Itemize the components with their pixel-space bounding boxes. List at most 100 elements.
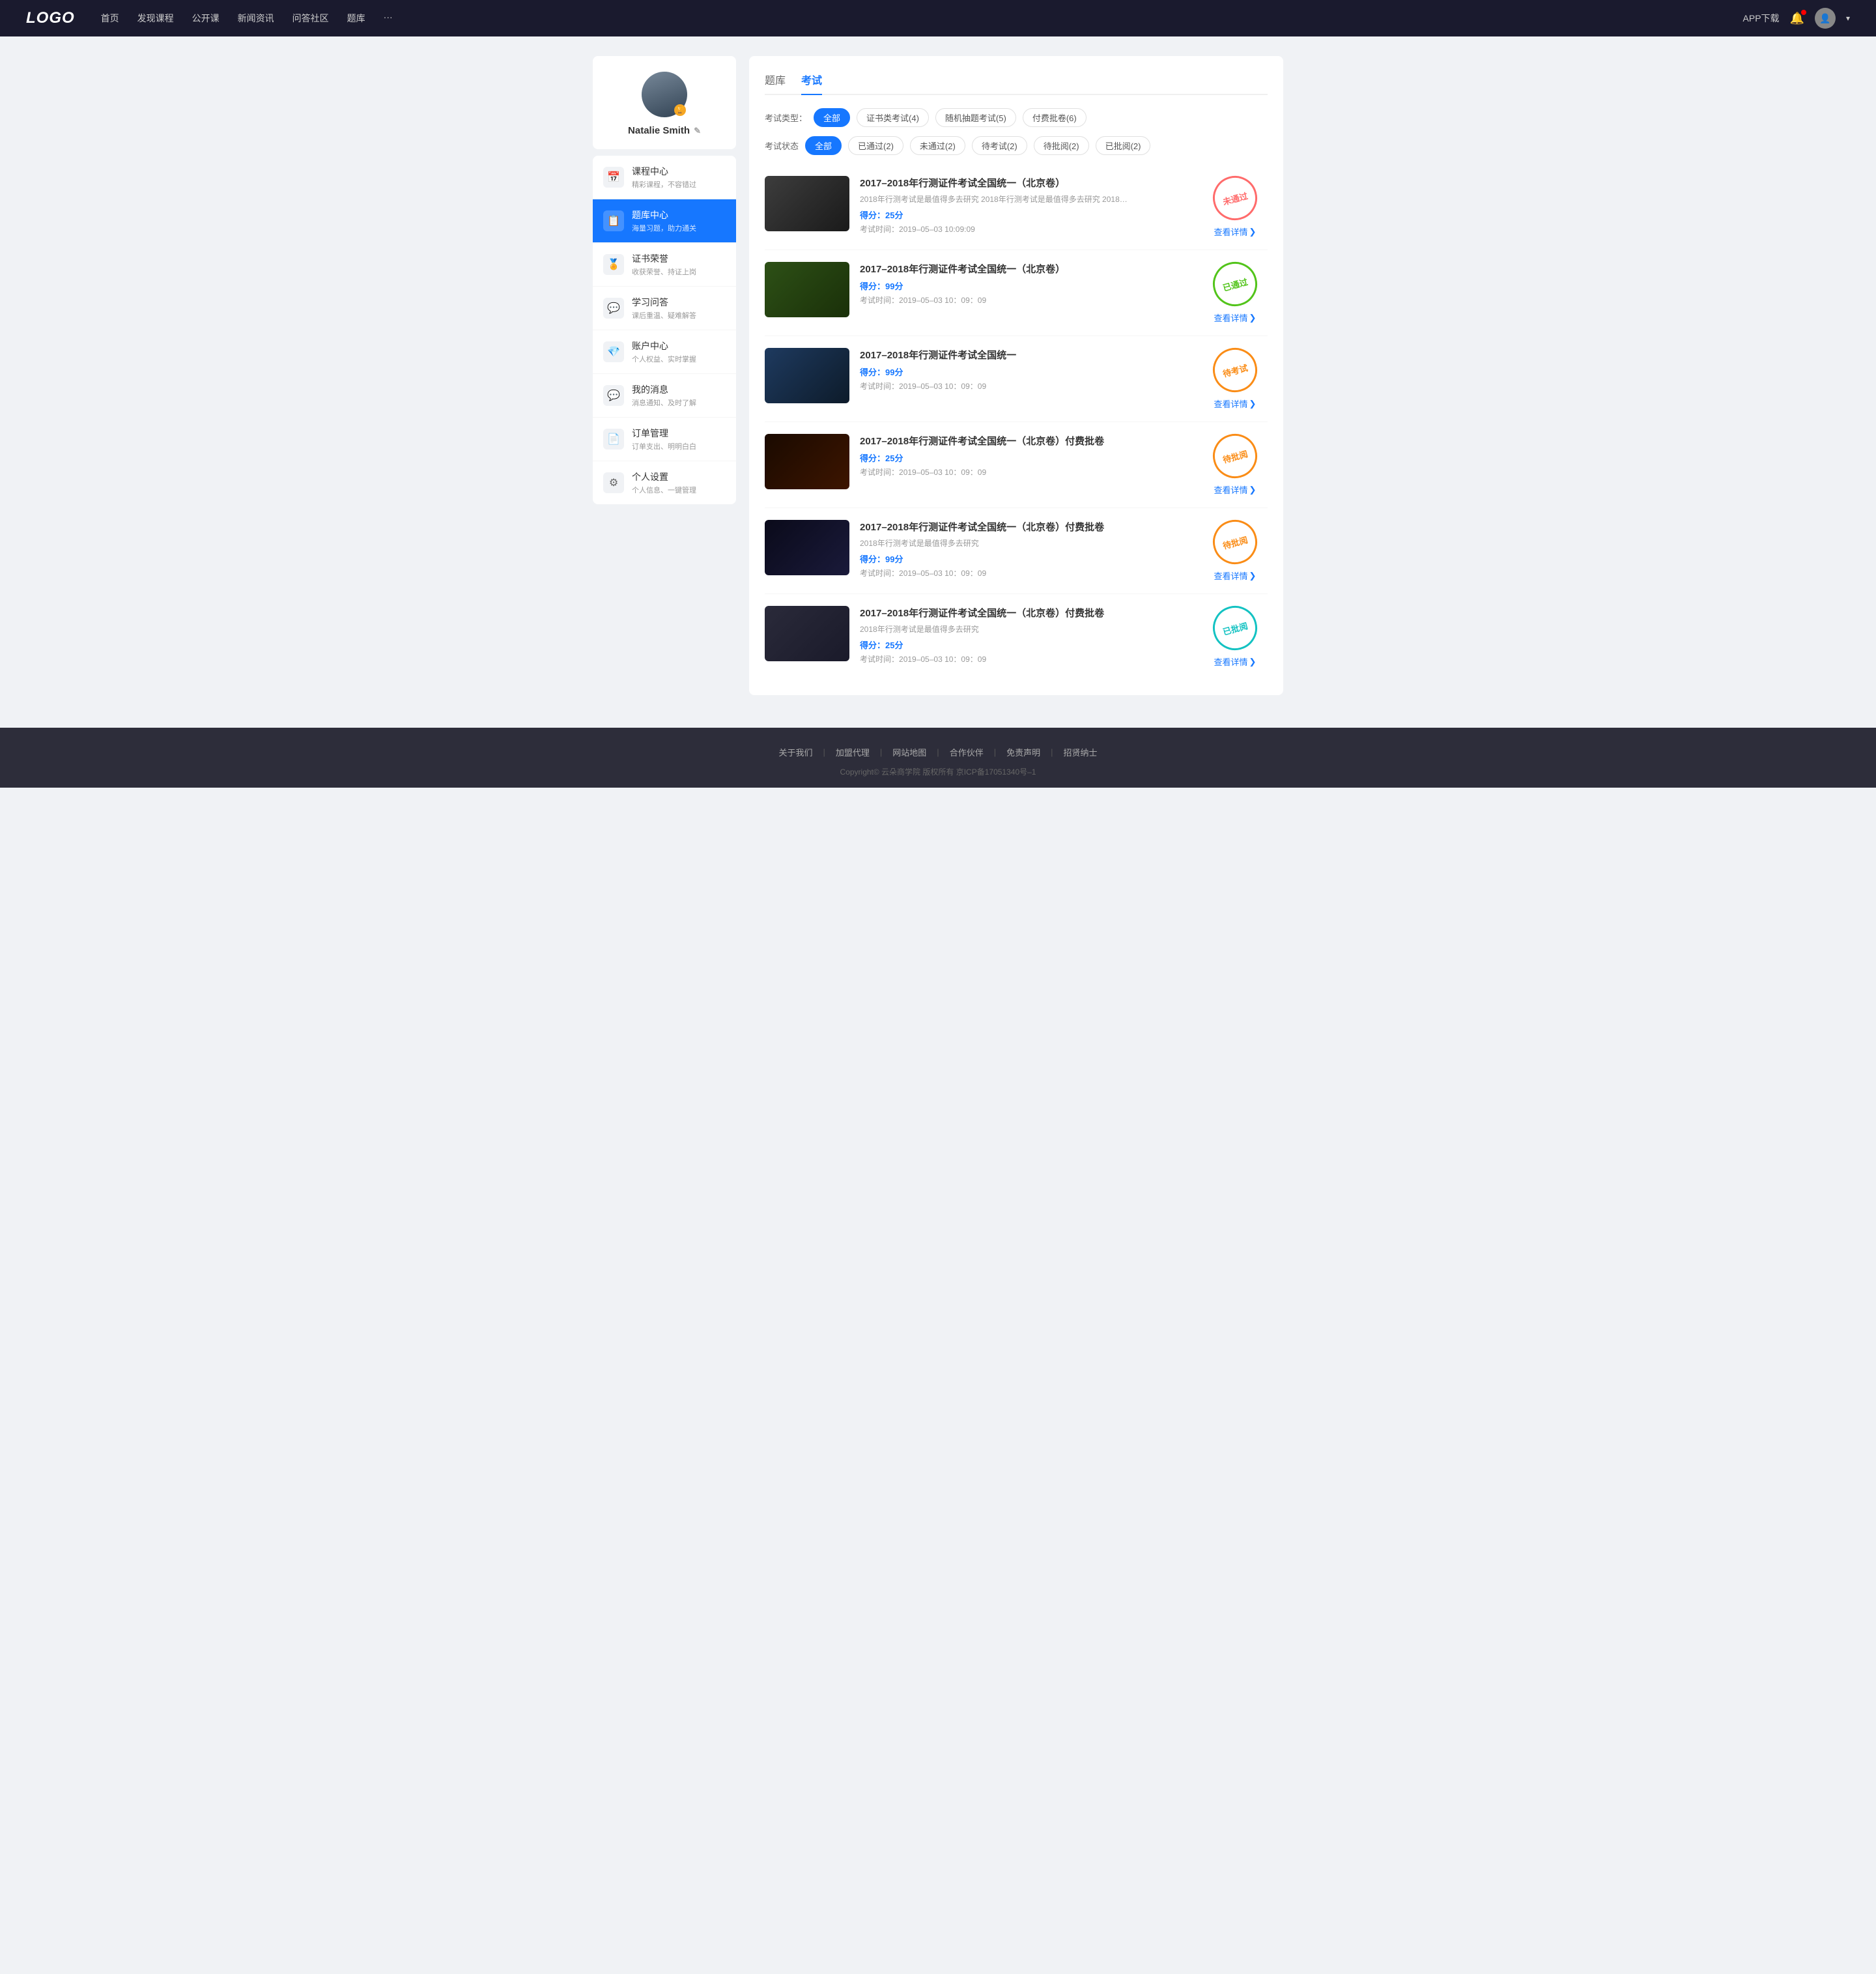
exam-item-2: 2017–2018年行测证件考试全国统一（北京卷） 得分：99分 考试时间：20… <box>765 250 1268 336</box>
exam-score-2: 得分：99分 <box>860 279 1192 292</box>
exam-title-6: 2017–2018年行测证件考试全国统一（北京卷）付费批卷 <box>860 606 1192 620</box>
filter-type-random[interactable]: 随机抽题考试(5) <box>935 108 1016 127</box>
menu-item-account-desc: 个人权益、实时掌握 <box>632 354 726 364</box>
detail-btn-label-5: 查看详情 <box>1214 569 1248 582</box>
app-download-button[interactable]: APP下载 <box>1743 12 1780 25</box>
sidebar-item-messages[interactable]: 💬 我的消息 消息通知、及时了解 <box>593 374 736 418</box>
stamp-2: 已通过 <box>1208 257 1262 311</box>
main-content: 题库 考试 考试类型： 全部 证书类考试(4) 随机抽题考试(5) 付费批卷(6… <box>749 56 1283 695</box>
exam-score-4: 得分：25分 <box>860 451 1192 464</box>
score-unit-6: 分 <box>894 640 903 650</box>
exam-action-6: 已批阅 查看详情 ❯ <box>1202 606 1268 668</box>
footer-link-sitemap[interactable]: 网站地图 <box>882 746 937 758</box>
nav-more[interactable]: ··· <box>384 12 393 25</box>
stamp-text-6: 已批阅 <box>1221 619 1249 637</box>
filter-status-reviewed[interactable]: 已批阅(2) <box>1096 136 1151 155</box>
stamp-3: 待考试 <box>1208 343 1262 397</box>
nav-qa[interactable]: 问答社区 <box>292 12 329 25</box>
sidebar-item-settings[interactable]: ⚙ 个人设置 个人信息、一键管理 <box>593 461 736 504</box>
stamp-text-1: 未通过 <box>1221 189 1249 207</box>
menu-item-exam-desc: 海量习题，助力通关 <box>632 223 726 233</box>
filter-type-paid[interactable]: 付费批卷(6) <box>1023 108 1087 127</box>
nav-exam[interactable]: 题库 <box>347 12 365 25</box>
time-label-5: 考试时间： <box>860 569 899 578</box>
avatar[interactable]: 👤 <box>1815 8 1836 29</box>
exam-info-6: 2017–2018年行测证件考试全国统一（北京卷）付费批卷 2018年行测考试是… <box>860 606 1192 665</box>
exam-score-6: 得分：25分 <box>860 638 1192 651</box>
exam-title-3: 2017–2018年行测证件考试全国统一 <box>860 348 1192 362</box>
nav-news[interactable]: 新闻资讯 <box>238 12 274 25</box>
detail-btn-label-3: 查看详情 <box>1214 397 1248 410</box>
exam-title-2: 2017–2018年行测证件考试全国统一（北京卷） <box>860 262 1192 276</box>
stamp-5: 待批阅 <box>1208 515 1262 569</box>
profile-badge-icon: 🏆 <box>674 104 686 116</box>
sidebar-item-account[interactable]: 💎 账户中心 个人权益、实时掌握 <box>593 330 736 374</box>
menu-item-settings-title: 个人设置 <box>632 470 726 483</box>
filter-status-all[interactable]: 全部 <box>805 136 842 155</box>
detail-btn-6[interactable]: 查看详情 ❯ <box>1214 655 1257 668</box>
score-label-5: 得分： <box>860 554 885 564</box>
footer-link-partners[interactable]: 合作伙伴 <box>939 746 994 758</box>
logo: LOGO <box>26 9 75 27</box>
exam-action-4: 待批阅 查看详情 ❯ <box>1202 434 1268 496</box>
time-label-6: 考试时间： <box>860 655 899 664</box>
sidebar-item-orders[interactable]: 📄 订单管理 订单支出、明明白白 <box>593 418 736 461</box>
footer-link-franchise[interactable]: 加盟代理 <box>825 746 880 758</box>
chevron-down-icon[interactable]: ▾ <box>1846 14 1850 23</box>
nav-open-course[interactable]: 公开课 <box>192 12 220 25</box>
score-value-3: 99 <box>885 367 894 377</box>
filter-status-pending[interactable]: 待考试(2) <box>972 136 1027 155</box>
footer-link-careers[interactable]: 招贤纳士 <box>1053 746 1108 758</box>
notification-bell[interactable]: 🔔 <box>1790 12 1804 25</box>
exam-time-3: 考试时间：2019–05–03 10：09：09 <box>860 380 1192 392</box>
detail-btn-3[interactable]: 查看详情 ❯ <box>1214 397 1257 410</box>
detail-btn-1[interactable]: 查看详情 ❯ <box>1214 225 1257 238</box>
gear-icon: ⚙ <box>603 472 624 493</box>
exam-time-6: 考试时间：2019–05–03 10：09：09 <box>860 653 1192 665</box>
menu-item-course-text: 课程中心 精彩课程，不容错过 <box>632 165 726 190</box>
exam-thumb-3 <box>765 348 849 403</box>
detail-btn-label-2: 查看详情 <box>1214 311 1248 324</box>
tab-exam[interactable]: 考试 <box>801 72 822 94</box>
sidebar-item-cert[interactable]: 🏅 证书荣誉 收获荣誉、持证上岗 <box>593 243 736 287</box>
menu-item-exam-title: 题库中心 <box>632 208 726 222</box>
avatar-placeholder: 👤 <box>1819 13 1830 24</box>
filter-type-all[interactable]: 全部 <box>814 108 850 127</box>
tab-bank[interactable]: 题库 <box>765 72 786 94</box>
sidebar-item-qa[interactable]: 💬 学习问答 课后重温、疑难解答 <box>593 287 736 330</box>
footer-link-disclaimer[interactable]: 免责声明 <box>996 746 1051 758</box>
filter-status-failed[interactable]: 未通过(2) <box>910 136 965 155</box>
footer-copyright: Copyright© 云朵商学院 版权所有 京ICP备17051340号–1 <box>0 766 1876 777</box>
stamp-text-3: 待考试 <box>1221 361 1249 379</box>
detail-btn-4[interactable]: 查看详情 ❯ <box>1214 483 1257 496</box>
exam-time-2: 考试时间：2019–05–03 10：09：09 <box>860 294 1192 306</box>
message-icon: 💬 <box>603 385 624 406</box>
nav-discover[interactable]: 发现课程 <box>137 12 174 25</box>
filter-status-awaiting-review[interactable]: 待批阅(2) <box>1034 136 1089 155</box>
profile-avatar-wrap: 🏆 <box>642 72 687 117</box>
exam-action-3: 待考试 查看详情 ❯ <box>1202 348 1268 410</box>
filter-status-passed[interactable]: 已通过(2) <box>848 136 903 155</box>
sidebar-item-exam[interactable]: 📋 题库中心 海量习题，助力通关 <box>593 199 736 243</box>
filter-type-cert[interactable]: 证书类考试(4) <box>857 108 929 127</box>
time-value-6: 2019–05–03 10：09：09 <box>899 655 986 664</box>
detail-btn-2[interactable]: 查看详情 ❯ <box>1214 311 1257 324</box>
footer-links: 关于我们 | 加盟代理 | 网站地图 | 合作伙伴 | 免责声明 | 招贤纳士 <box>0 746 1876 758</box>
footer: 关于我们 | 加盟代理 | 网站地图 | 合作伙伴 | 免责声明 | 招贤纳士 … <box>0 728 1876 788</box>
exam-info-3: 2017–2018年行测证件考试全国统一 得分：99分 考试时间：2019–05… <box>860 348 1192 392</box>
detail-btn-label-1: 查看详情 <box>1214 225 1248 238</box>
footer-link-about[interactable]: 关于我们 <box>768 746 823 758</box>
detail-btn-5[interactable]: 查看详情 ❯ <box>1214 569 1257 582</box>
detail-btn-label-6: 查看详情 <box>1214 655 1248 668</box>
exam-thumb-5 <box>765 520 849 575</box>
menu-item-cert-title: 证书荣誉 <box>632 252 726 265</box>
score-value-2: 99 <box>885 281 894 291</box>
exam-thumb-2 <box>765 262 849 317</box>
profile-edit-icon[interactable]: ✎ <box>694 126 701 136</box>
menu-item-cert-desc: 收获荣誉、持证上岗 <box>632 266 726 277</box>
menu-item-messages-title: 我的消息 <box>632 383 726 396</box>
sidebar-item-course[interactable]: 📅 课程中心 精彩课程，不容错过 <box>593 156 736 199</box>
sidebar: 🏆 Natalie Smith ✎ 📅 课程中心 精彩课程，不容错过 📋 题库中… <box>593 56 736 695</box>
menu-item-course-title: 课程中心 <box>632 165 726 178</box>
nav-home[interactable]: 首页 <box>101 12 119 25</box>
